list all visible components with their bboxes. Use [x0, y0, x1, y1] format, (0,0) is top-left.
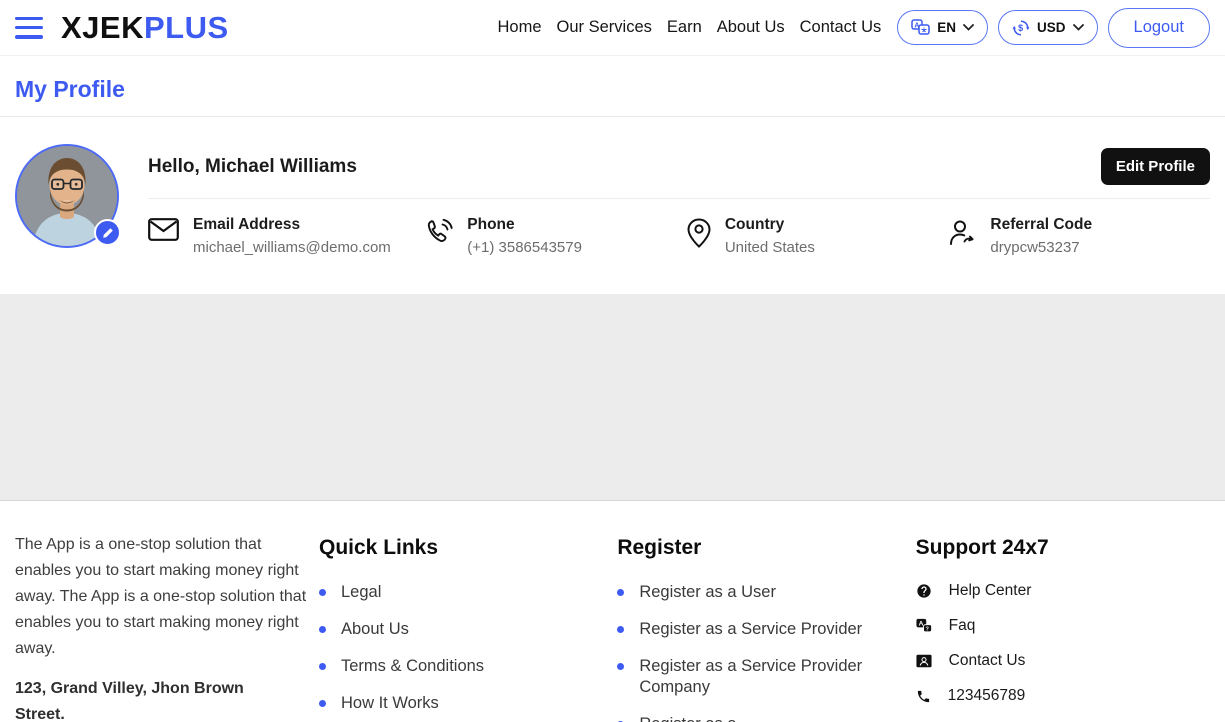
quick-links-title: Quick Links [319, 536, 613, 560]
field-value: United States [725, 239, 815, 256]
field-referral-code: Referral Code drypcw53237 [948, 216, 1210, 256]
profile-divider [148, 198, 1210, 199]
footer-about-column: The App is a one-stop solution that enab… [15, 532, 315, 722]
nav-about-us[interactable]: About Us [717, 18, 785, 37]
empty-content-area [0, 294, 1225, 501]
bullet-icon [617, 589, 624, 596]
link-how-it-works[interactable]: How It Works [319, 693, 613, 714]
chevron-down-icon [1073, 24, 1084, 31]
field-label: Email Address [193, 216, 391, 234]
bullet-icon [319, 626, 326, 633]
link-register-provider[interactable]: Register as a Service Provider [617, 619, 911, 640]
link-register-more[interactable]: Register as a [617, 714, 911, 722]
avatar-edit-badge[interactable] [94, 219, 121, 246]
header: XJEKPLUS Home Our Services Earn About Us… [0, 0, 1225, 56]
language-dropdown[interactable]: A EN [897, 10, 988, 45]
footer: The App is a one-stop solution that enab… [0, 501, 1225, 722]
svg-text:$: $ [1018, 23, 1023, 33]
link-about-us[interactable]: About Us [319, 619, 613, 640]
bullet-icon [319, 700, 326, 707]
translate-icon: A [911, 19, 930, 36]
location-pin-icon [687, 218, 711, 253]
nav-contact-us[interactable]: Contact Us [800, 18, 882, 37]
link-help-center[interactable]: Help Center [916, 582, 1210, 600]
field-value: michael_williams@demo.com [193, 239, 391, 256]
nav-our-services[interactable]: Our Services [557, 18, 652, 37]
logo-part-black: XJEK [61, 10, 144, 45]
field-phone: Phone (+1) 3586543579 [425, 216, 687, 256]
pencil-icon [102, 227, 114, 239]
svg-text:?: ? [925, 626, 928, 632]
footer-address: 123, Grand Villey, Jhon Brown Street. [15, 676, 265, 722]
avatar-wrap [15, 144, 119, 248]
contact-mail-icon [916, 654, 932, 668]
main-nav: Home Our Services Earn About Us Contact … [498, 18, 882, 37]
referral-icon [948, 218, 976, 251]
currency-exchange-icon: $ [1012, 19, 1030, 37]
register-title: Register [617, 536, 911, 560]
field-label: Country [725, 216, 815, 234]
support-title: Support 24x7 [916, 536, 1210, 560]
page-title-bar: My Profile [0, 56, 1225, 117]
profile-fields: Email Address michael_williams@demo.com … [148, 216, 1210, 256]
bullet-icon [617, 626, 624, 633]
currency-dropdown[interactable]: $ USD [998, 10, 1098, 45]
faq-icon: A ? [916, 618, 932, 634]
link-legal[interactable]: Legal [319, 582, 613, 603]
phone-icon [916, 689, 931, 704]
field-value: drypcw53237 [990, 239, 1092, 256]
link-phone-number[interactable]: 123456789 [916, 687, 1210, 705]
nav-earn[interactable]: Earn [667, 18, 702, 37]
profile-info: Hello, Michael Williams Edit Profile Ema… [148, 144, 1210, 294]
field-label: Referral Code [990, 216, 1092, 234]
language-value: EN [937, 20, 956, 35]
field-label: Phone [467, 216, 582, 234]
bullet-icon [319, 589, 326, 596]
field-value: (+1) 3586543579 [467, 239, 582, 256]
bullet-icon [617, 663, 624, 670]
profile-greeting: Hello, Michael Williams [148, 156, 357, 178]
help-icon [916, 583, 932, 599]
field-country: Country United States [687, 216, 949, 256]
logo-part-blue: PLUS [144, 10, 229, 45]
field-email: Email Address michael_williams@demo.com [148, 216, 425, 256]
link-faq[interactable]: A ? Faq [916, 617, 1210, 635]
nav-home[interactable]: Home [498, 18, 542, 37]
footer-support-column: Support 24x7 Help Center A ? Faq [916, 532, 1210, 722]
phone-icon [425, 218, 453, 251]
footer-quick-links-column: Quick Links Legal About Us Terms & Condi… [319, 532, 613, 722]
profile-card: Hello, Michael Williams Edit Profile Ema… [0, 117, 1225, 294]
bullet-icon [319, 663, 326, 670]
logout-button[interactable]: Logout [1108, 8, 1210, 48]
link-terms-conditions[interactable]: Terms & Conditions [319, 656, 613, 677]
footer-about-text: The App is a one-stop solution that enab… [15, 532, 315, 662]
link-register-user[interactable]: Register as a User [617, 582, 911, 603]
chevron-down-icon [963, 24, 974, 31]
hamburger-menu-icon[interactable] [15, 17, 43, 39]
link-register-provider-company[interactable]: Register as a Service Provider Company [617, 656, 911, 698]
app-logo[interactable]: XJEKPLUS [61, 10, 229, 46]
footer-register-column: Register Register as a User Register as … [617, 532, 911, 722]
envelope-icon [148, 218, 179, 246]
svg-text:A: A [918, 621, 923, 628]
link-contact-us[interactable]: Contact Us [916, 652, 1210, 670]
page-title: My Profile [15, 76, 1210, 103]
currency-value: USD [1037, 20, 1066, 35]
header-controls: A EN $ USD Logout [897, 8, 1210, 48]
edit-profile-button[interactable]: Edit Profile [1101, 148, 1210, 185]
